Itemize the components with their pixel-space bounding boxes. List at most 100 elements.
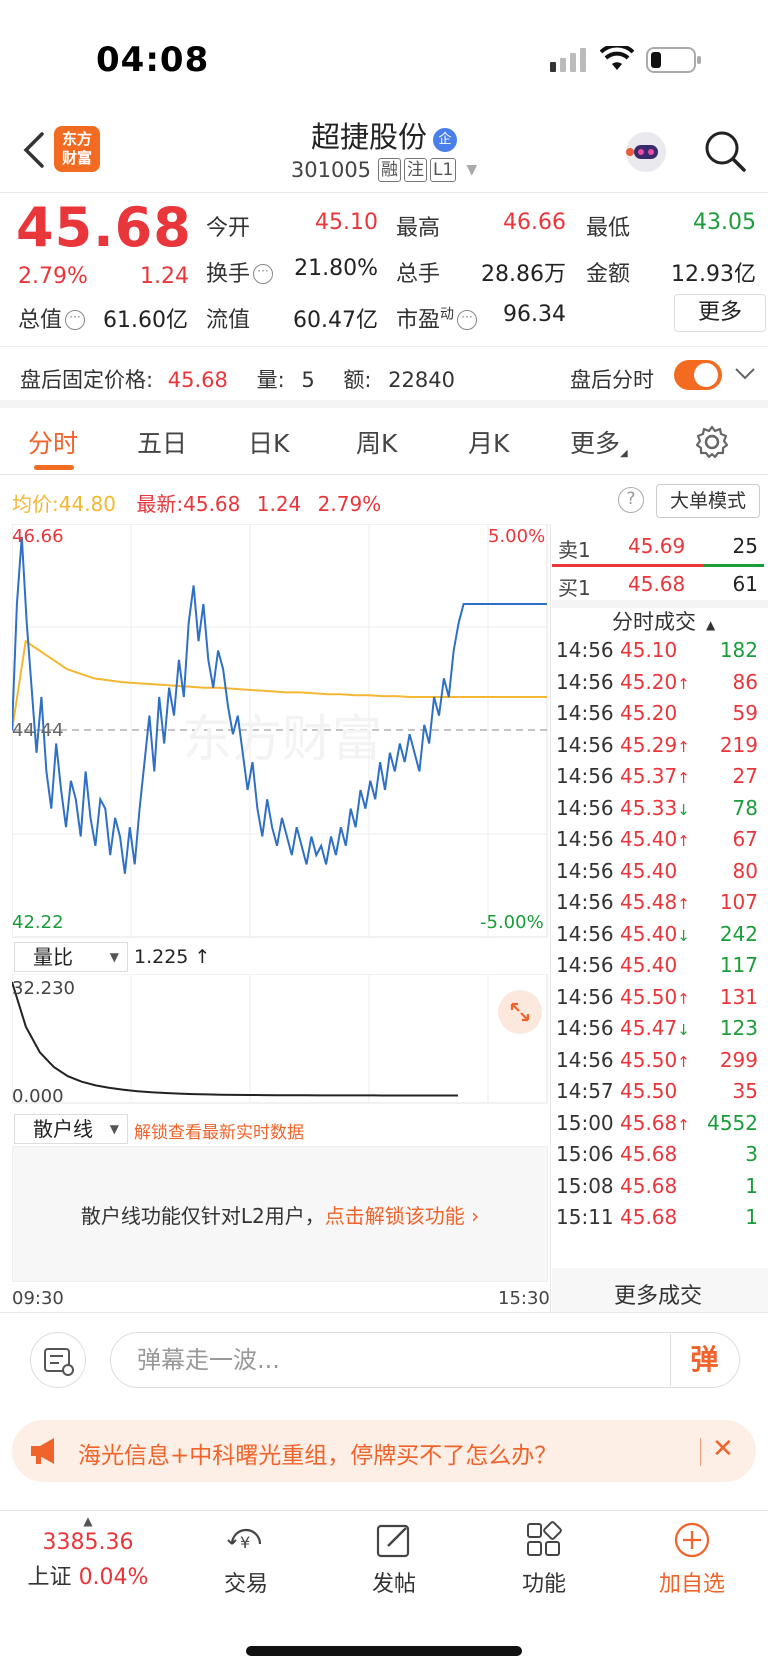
trade-row: 14:56 45.50↑ 299	[556, 1048, 758, 1078]
trade-price: 45.37↑	[620, 764, 690, 788]
tab-more[interactable]: 更多◢	[570, 424, 628, 460]
trade-qty: 4552	[707, 1110, 758, 1135]
nav-post[interactable]: 发帖	[334, 1520, 454, 1598]
open-value: 45.10	[315, 210, 378, 235]
pe-label: 市盈动 ···	[396, 302, 478, 334]
retail-line-selector[interactable]: 散户线 ▼	[14, 1114, 128, 1144]
trade-row: 14:56 45.48↑ 107	[556, 890, 758, 920]
trade-qty: 67	[732, 827, 758, 851]
trade-qty: 27	[732, 764, 758, 788]
trade-qty: 107	[719, 890, 758, 914]
tab-intraday[interactable]: 分时	[28, 424, 78, 460]
trade-row: 14:56 45.40↑ 67	[556, 827, 758, 857]
caret-down-icon: ▼	[466, 162, 478, 178]
index-ticker[interactable]: ▲ 3385.36 上证 0.04%	[14, 1514, 162, 1591]
tab-weekly-k[interactable]: 周K	[356, 424, 397, 460]
caret-down-icon: ▼	[109, 950, 119, 964]
amount-label: 金额	[586, 262, 631, 287]
nav-add-watchlist[interactable]: 加自选	[632, 1520, 752, 1598]
float-cap-value: 60.47亿	[293, 308, 378, 333]
danmu-input[interactable]: 弹幕走一波...	[110, 1332, 740, 1388]
unlock-feature-link[interactable]: 点击解锁该功能 ›	[325, 1204, 479, 1228]
trade-qty: 1	[745, 1205, 758, 1229]
trade-row: 14:56 45.50↑ 131	[556, 985, 758, 1015]
y-mid-label: 44.44	[12, 720, 64, 741]
trade-qty: 78	[732, 795, 758, 820]
close-icon[interactable]: ✕	[712, 1434, 734, 1464]
trade-time: 14:56	[556, 764, 614, 788]
tab-monthly-k[interactable]: 月K	[468, 424, 509, 460]
intraday-chart[interactable]: 东方财富	[12, 524, 548, 938]
trade-qty: 123	[719, 1016, 758, 1040]
settings-gear-icon[interactable]	[694, 424, 730, 464]
comment-icon	[44, 1348, 74, 1376]
trade-price: 45.47↓	[620, 1016, 690, 1040]
trade-qty: 59	[732, 701, 758, 725]
info-dots-icon[interactable]: ···	[253, 264, 274, 284]
trade-time: 14:56	[556, 827, 614, 851]
expand-icon[interactable]	[498, 990, 542, 1034]
trade-row: 15:11 45.68 1	[556, 1205, 758, 1235]
tab-active-indicator	[34, 465, 74, 470]
tab-five-day[interactable]: 五日	[137, 424, 187, 460]
info-dots-icon[interactable]: ···	[65, 310, 86, 330]
unlock-hint[interactable]: 解锁查看最新实时数据	[134, 1118, 304, 1143]
high-value: 46.66	[503, 210, 566, 235]
help-icon[interactable]: ?	[618, 487, 644, 513]
trade-qty: 242	[719, 921, 758, 946]
trade-price: 45.40↓	[620, 921, 690, 946]
trade-qty: 299	[719, 1047, 758, 1072]
danmu-send-button[interactable]: 弹	[670, 1334, 738, 1386]
trade-qty: 3	[745, 1142, 758, 1166]
trade-row: 14:56 45.40 117	[556, 953, 758, 983]
low-label: 最低	[586, 216, 631, 241]
trade-row: 15:00 45.68↑ 4552	[556, 1111, 758, 1141]
after-hours-info: 盘后固定价格: 45.68 量: 5 额: 22840	[20, 368, 455, 392]
trade-time: 14:56	[556, 921, 614, 946]
pct-min-label: -5.00%	[480, 912, 544, 933]
trade-price: 45.40↑	[620, 827, 690, 851]
news-text[interactable]: 海光信息+中科曙光重组，停牌买不了怎么办？	[78, 1436, 557, 1470]
nav-trade[interactable]: ¥ 交易	[186, 1520, 306, 1598]
trades-title: 分时成交 ▲	[612, 610, 716, 634]
trade-price: 45.50↑	[620, 1047, 690, 1072]
nav-functions[interactable]: 功能	[484, 1520, 604, 1598]
volume-ratio-value: 1.225 ↑	[134, 946, 211, 968]
x-start-label: 09:30	[12, 1288, 64, 1309]
trade-time: 14:56	[556, 890, 614, 914]
locked-message: 散户线功能仅针对L2用户，点击解锁该功能 ›	[80, 1204, 480, 1228]
float-cap-label: 流值	[206, 308, 251, 333]
toggle-knob	[694, 363, 718, 387]
trade-time: 14:56	[556, 953, 614, 977]
more-trades-button[interactable]: 更多成交	[552, 1278, 764, 1310]
trade-price: 45.68↑	[620, 1110, 690, 1135]
trade-price: 45.68	[620, 1142, 678, 1166]
trade-price: 45.40	[620, 953, 678, 977]
volume-value: 28.86万	[481, 262, 566, 287]
turnover-value: 21.80%	[294, 256, 378, 281]
robot-assistant-icon[interactable]	[622, 128, 670, 176]
caret-icon: ◢	[620, 448, 628, 459]
status-time: 04:08	[96, 40, 210, 80]
level-tag: L1	[430, 158, 457, 182]
last-price: 45.68	[16, 196, 192, 259]
change-percent: 2.79%	[18, 264, 88, 289]
trade-qty: 131	[719, 984, 758, 1009]
big-order-mode-button[interactable]: 大单模式	[656, 484, 760, 518]
chevron-down-icon[interactable]	[734, 366, 756, 386]
trade-row: 14:57 45.50 35	[556, 1079, 758, 1109]
caret-up-icon: ▲	[83, 1514, 93, 1528]
trade-qty: 117	[719, 953, 758, 977]
comment-list-button[interactable]	[30, 1332, 86, 1388]
tab-daily-k[interactable]: 日K	[248, 424, 289, 460]
open-label: 今开	[206, 216, 251, 241]
volume-ratio-chart[interactable]	[12, 974, 548, 1104]
more-quote-button[interactable]: 更多	[674, 294, 766, 332]
stock-name: 超捷股份	[310, 120, 427, 154]
trade-row: 14:56 45.40↓ 242	[556, 922, 758, 952]
market-cap-label: 总值 ···	[18, 302, 86, 334]
volume-ratio-selector[interactable]: 量比 ▼	[14, 942, 128, 972]
plus-circle-icon	[674, 1522, 710, 1558]
wifi-icon	[599, 43, 635, 76]
search-icon[interactable]	[702, 128, 750, 176]
